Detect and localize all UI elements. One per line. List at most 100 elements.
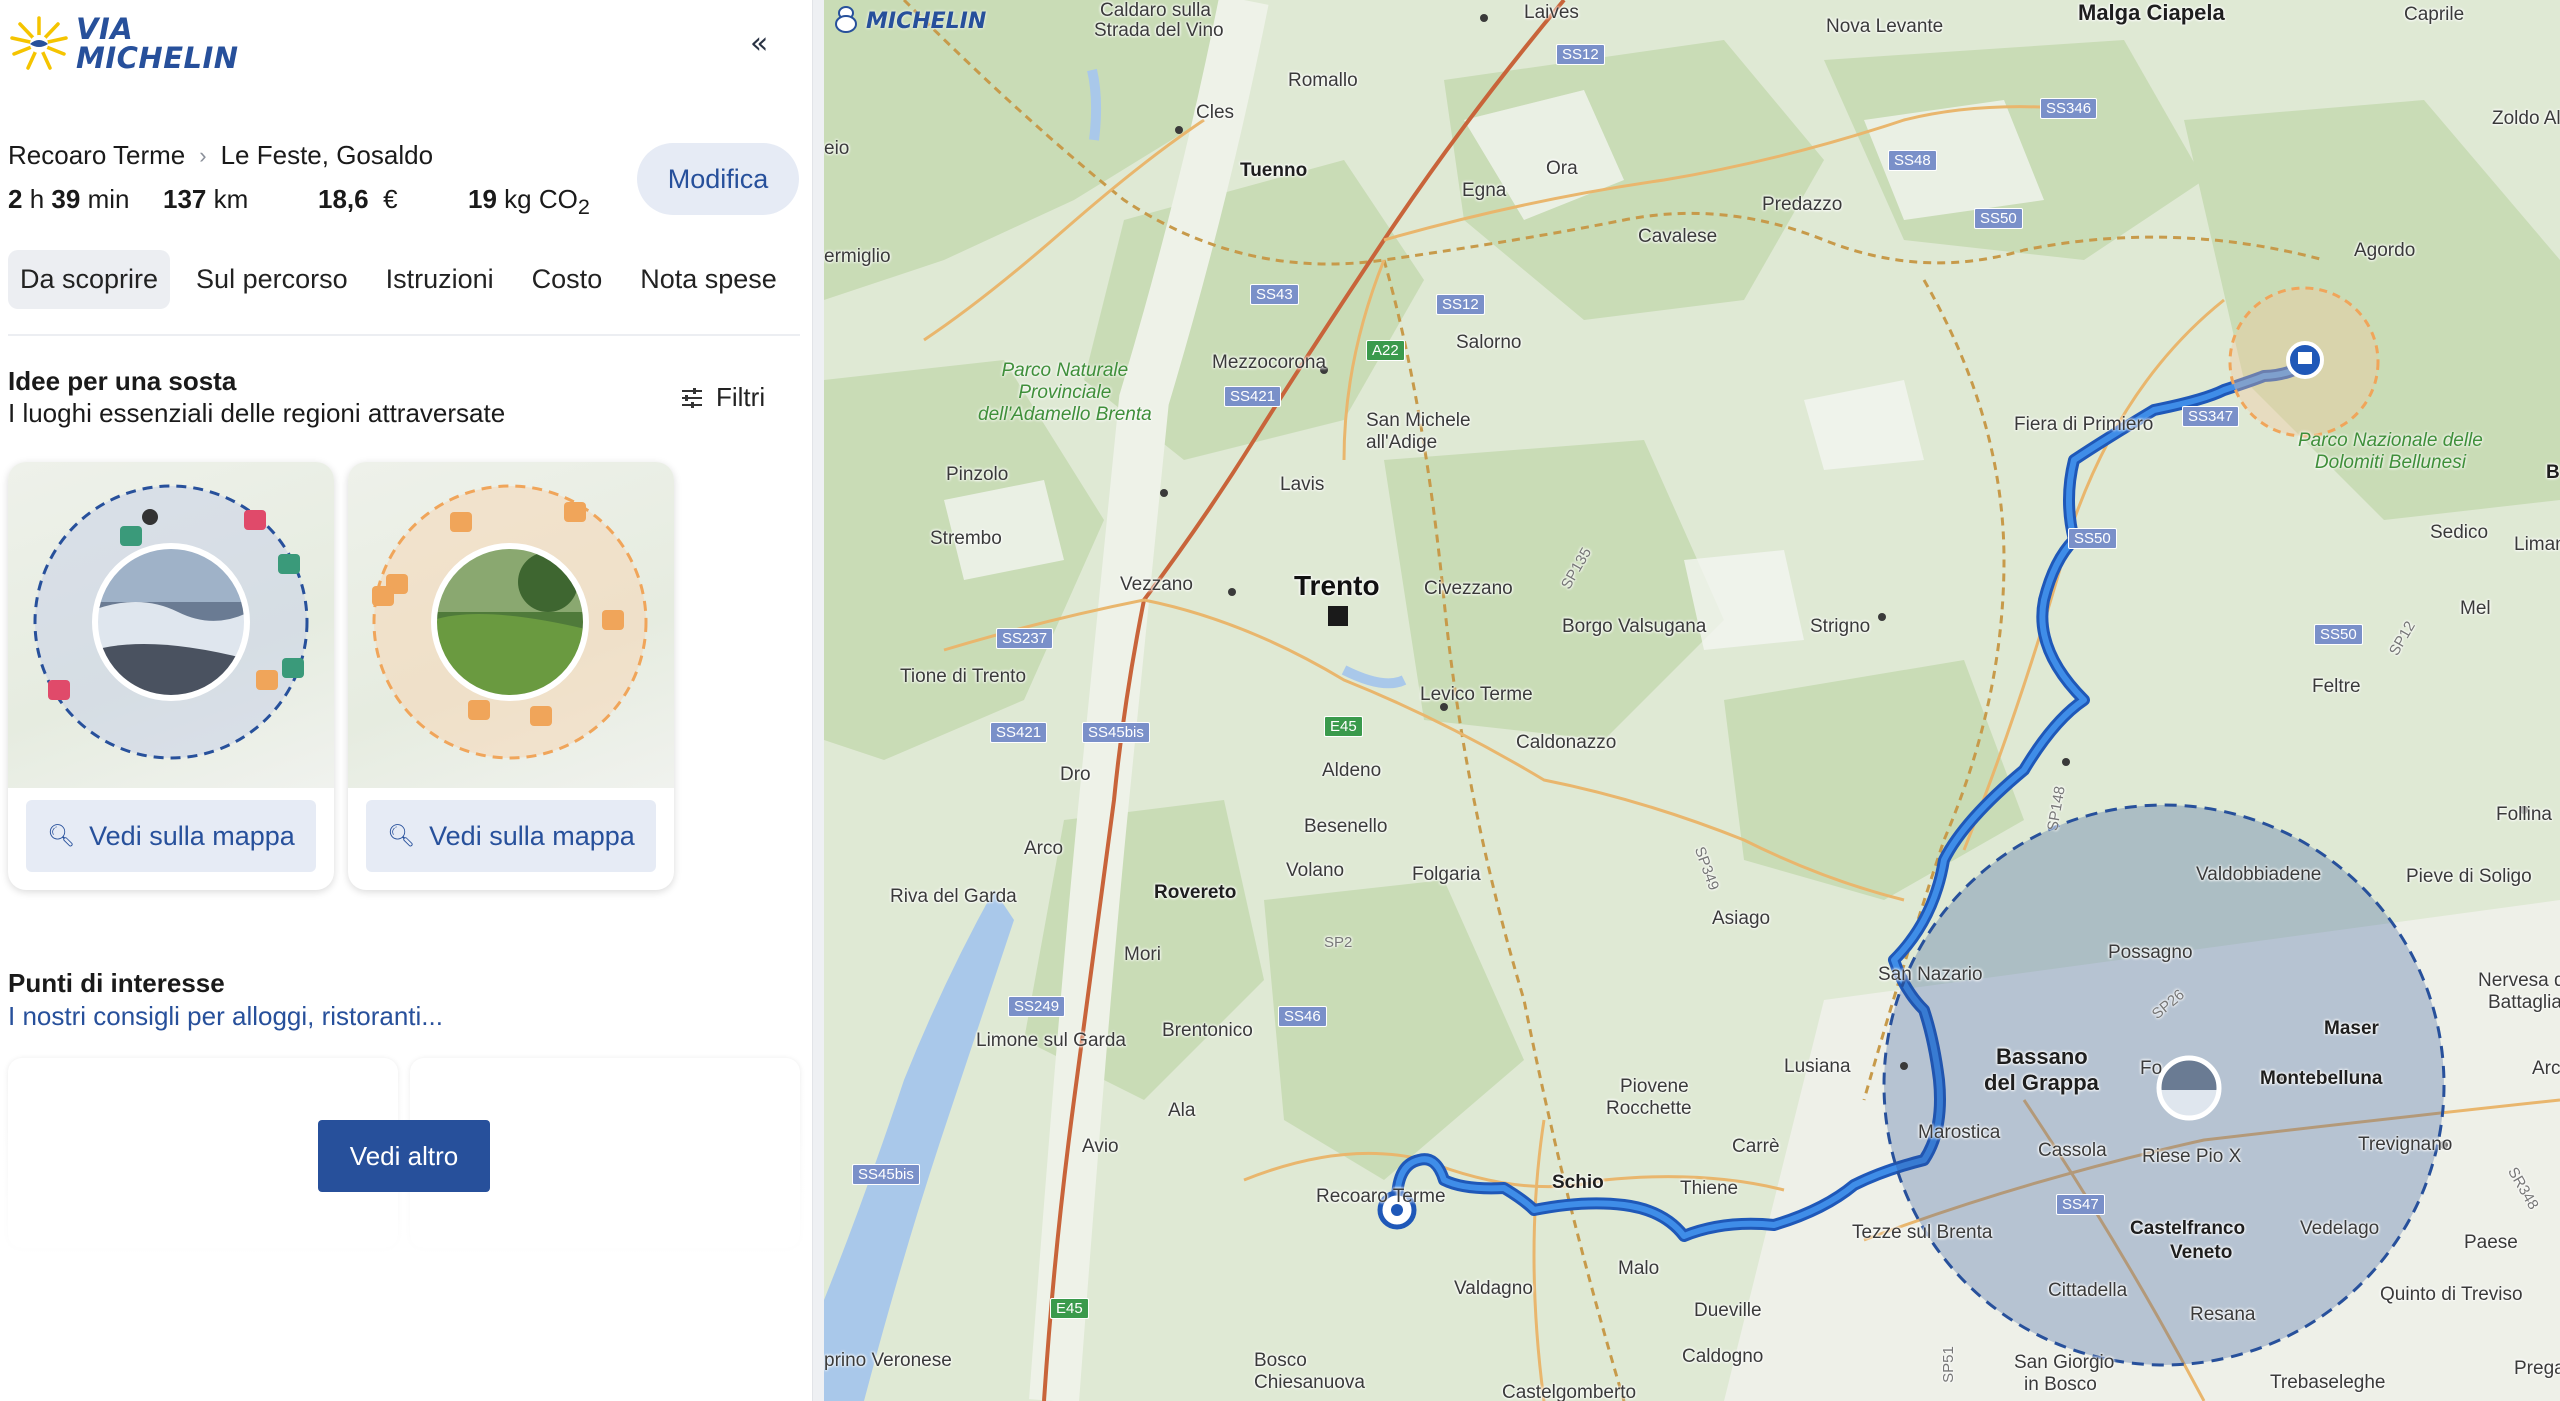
modify-route-button[interactable]: Modifica — [637, 143, 799, 215]
map-label: San Giorgio — [2014, 1352, 2115, 1373]
map-label: Laives — [1524, 2, 1579, 23]
park-label-dolomiti: Parco Nazionale delle Dolomiti Bellunesi — [2298, 430, 2483, 473]
map-label: Cles — [1196, 102, 1235, 123]
tab-istruzioni[interactable]: Istruzioni — [374, 250, 506, 309]
map-label: Vezzano — [1120, 574, 1193, 595]
map-label: Caldonazzo — [1516, 732, 1617, 753]
road-shield: SS421 — [1224, 386, 1282, 407]
map-label: Possagno — [2108, 942, 2193, 963]
road-shield: SS50 — [2314, 624, 2363, 645]
map-label: Tione di Trento — [900, 666, 1027, 687]
bibendum-icon — [835, 6, 857, 33]
map-label: Rocchette — [1606, 1098, 1692, 1119]
map-label-trento: Trento — [1294, 570, 1380, 601]
map-label: Montebelluna — [2260, 1068, 2383, 1089]
map-label: Vedelago — [2300, 1218, 2380, 1239]
map-label: Caldogno — [1682, 1346, 1764, 1367]
map-label: Rovereto — [1154, 882, 1237, 903]
card-1-show-on-map-button[interactable]: 🔍︎ Vedi sulla mappa — [26, 800, 316, 872]
map-label: Romallo — [1288, 70, 1358, 91]
map-label: Salorno — [1456, 332, 1522, 353]
map-label: Ala — [1168, 1100, 1196, 1121]
road-shield: SS50 — [2068, 528, 2117, 549]
map-label: San Nazario — [1878, 964, 1983, 985]
map-label: Strada del Vino — [1094, 20, 1224, 41]
map-label: Chiesanuova — [1254, 1372, 1365, 1393]
map-label: Avio — [1082, 1136, 1119, 1157]
map-label: Schio — [1552, 1172, 1604, 1193]
map-label: Thiene — [1680, 1178, 1739, 1199]
road-shield: A22 — [1366, 340, 1405, 361]
duration: 2 h 39 min — [8, 184, 130, 214]
tab-sul-percorso[interactable]: Sul percorso — [184, 250, 360, 309]
road-shield: E45 — [1324, 716, 1363, 737]
poi-subtitle-link[interactable]: I nostri consigli per alloggi, ristorant… — [8, 1001, 443, 1032]
map-label: Dueville — [1694, 1300, 1762, 1321]
map-label: Fo — [2140, 1058, 2163, 1079]
tab-divider — [8, 334, 800, 336]
map-label: Cavalese — [1638, 226, 1718, 247]
collapse-panel-button[interactable]: « — [750, 26, 768, 61]
map-label: Pieve di Soligo — [2406, 866, 2532, 887]
map-label: Zoldo Al — [2492, 108, 2560, 129]
tab-nota-spese[interactable]: Nota spese — [628, 250, 789, 309]
filter-sliders-icon — [682, 387, 702, 408]
road-shield: SS43 — [1250, 284, 1299, 305]
card-1-button-label: Vedi sulla mappa — [89, 820, 295, 851]
map-label: all'Adige — [1366, 432, 1438, 453]
card-2-button-label: Vedi sulla mappa — [429, 820, 635, 851]
ideas-title: Idee per una sosta — [8, 366, 237, 396]
route-summary: Recoaro Terme › Le Feste, Gosaldo — [8, 140, 433, 171]
road-shield: E45 — [1050, 1298, 1089, 1319]
panel-divider[interactable] — [812, 0, 824, 1401]
see-more-button[interactable]: Vedi altro — [318, 1120, 490, 1192]
map-label: Prega — [2514, 1358, 2560, 1379]
chevron-right-icon: › — [199, 142, 207, 168]
map-label: Mori — [1124, 944, 1161, 965]
map-label: Cassola — [2038, 1140, 2107, 1161]
map-label: Malo — [1618, 1258, 1660, 1279]
road-shield: SS48 — [1888, 150, 1937, 171]
route-stats: 2 h 39 min 137 km 18,6 € 19 kg CO2 — [8, 184, 590, 220]
map-label: Civezzano — [1424, 578, 1513, 599]
filter-button[interactable]: Filtri — [680, 382, 765, 413]
map-label-bassano: Bassano — [1996, 1044, 2088, 1069]
map-label: Borgo Valsugana — [1562, 616, 1707, 637]
card-2-show-on-map-button[interactable]: 🔍︎ Vedi sulla mappa — [366, 800, 656, 872]
map-label: prino Veronese — [824, 1350, 952, 1371]
map-label: Fiera di Primiero — [2014, 414, 2154, 435]
map-label: Folgaria — [1412, 864, 1481, 885]
map-label: Riva del Garda — [890, 886, 1017, 907]
map-label: Tezze sul Brenta — [1852, 1222, 1993, 1243]
co2-emission: 19 kg CO2 — [468, 184, 590, 220]
road-shield: SS12 — [1556, 44, 1605, 65]
map-label: ermiglio — [824, 246, 891, 267]
map-label: Ora — [1546, 158, 1578, 179]
cost: 18,6 € — [318, 184, 398, 214]
map-label: San Michele — [1366, 410, 1471, 431]
map-label: Aldeno — [1322, 760, 1382, 781]
card-1-thumbnail — [8, 462, 334, 788]
map-label: Quinto di Treviso — [2380, 1284, 2523, 1305]
tab-da-scoprire[interactable]: Da scoprire — [8, 250, 171, 309]
map-label: Sedico — [2430, 522, 2489, 543]
map-label: Piovene — [1620, 1076, 1689, 1097]
map-label: Trevignano — [2358, 1134, 2453, 1155]
map-label: Resana — [2190, 1304, 2256, 1325]
map-label: Trebaseleghe — [2270, 1372, 2386, 1393]
map-view[interactable]: MICHELIN Caldaro sulla Strada del Vino L… — [824, 0, 2560, 1401]
idea-card-2[interactable]: 🔍︎ Vedi sulla mappa — [348, 462, 674, 890]
map-label: Veneto — [2170, 1242, 2233, 1263]
route-origin: Recoaro Terme — [8, 140, 186, 170]
map-label: Caldaro sulla — [1100, 0, 1211, 21]
map-label: Castelgomberto — [1502, 1382, 1637, 1401]
tab-bar: Da scoprire Sul percorso Istruzioni Cost… — [8, 250, 803, 309]
tab-costo[interactable]: Costo — [520, 250, 615, 309]
via-michelin-logo[interactable]: VIA MICHELIN — [8, 14, 239, 74]
idea-card-1[interactable]: 🔍︎ Vedi sulla mappa — [8, 462, 334, 890]
map-label: Brentonico — [1162, 1020, 1253, 1041]
map-label: Caprile — [2404, 4, 2465, 25]
road-shield: SS50 — [1974, 208, 2023, 229]
map-label: Strigno — [1810, 616, 1871, 637]
map-label: Lavis — [1280, 474, 1325, 495]
